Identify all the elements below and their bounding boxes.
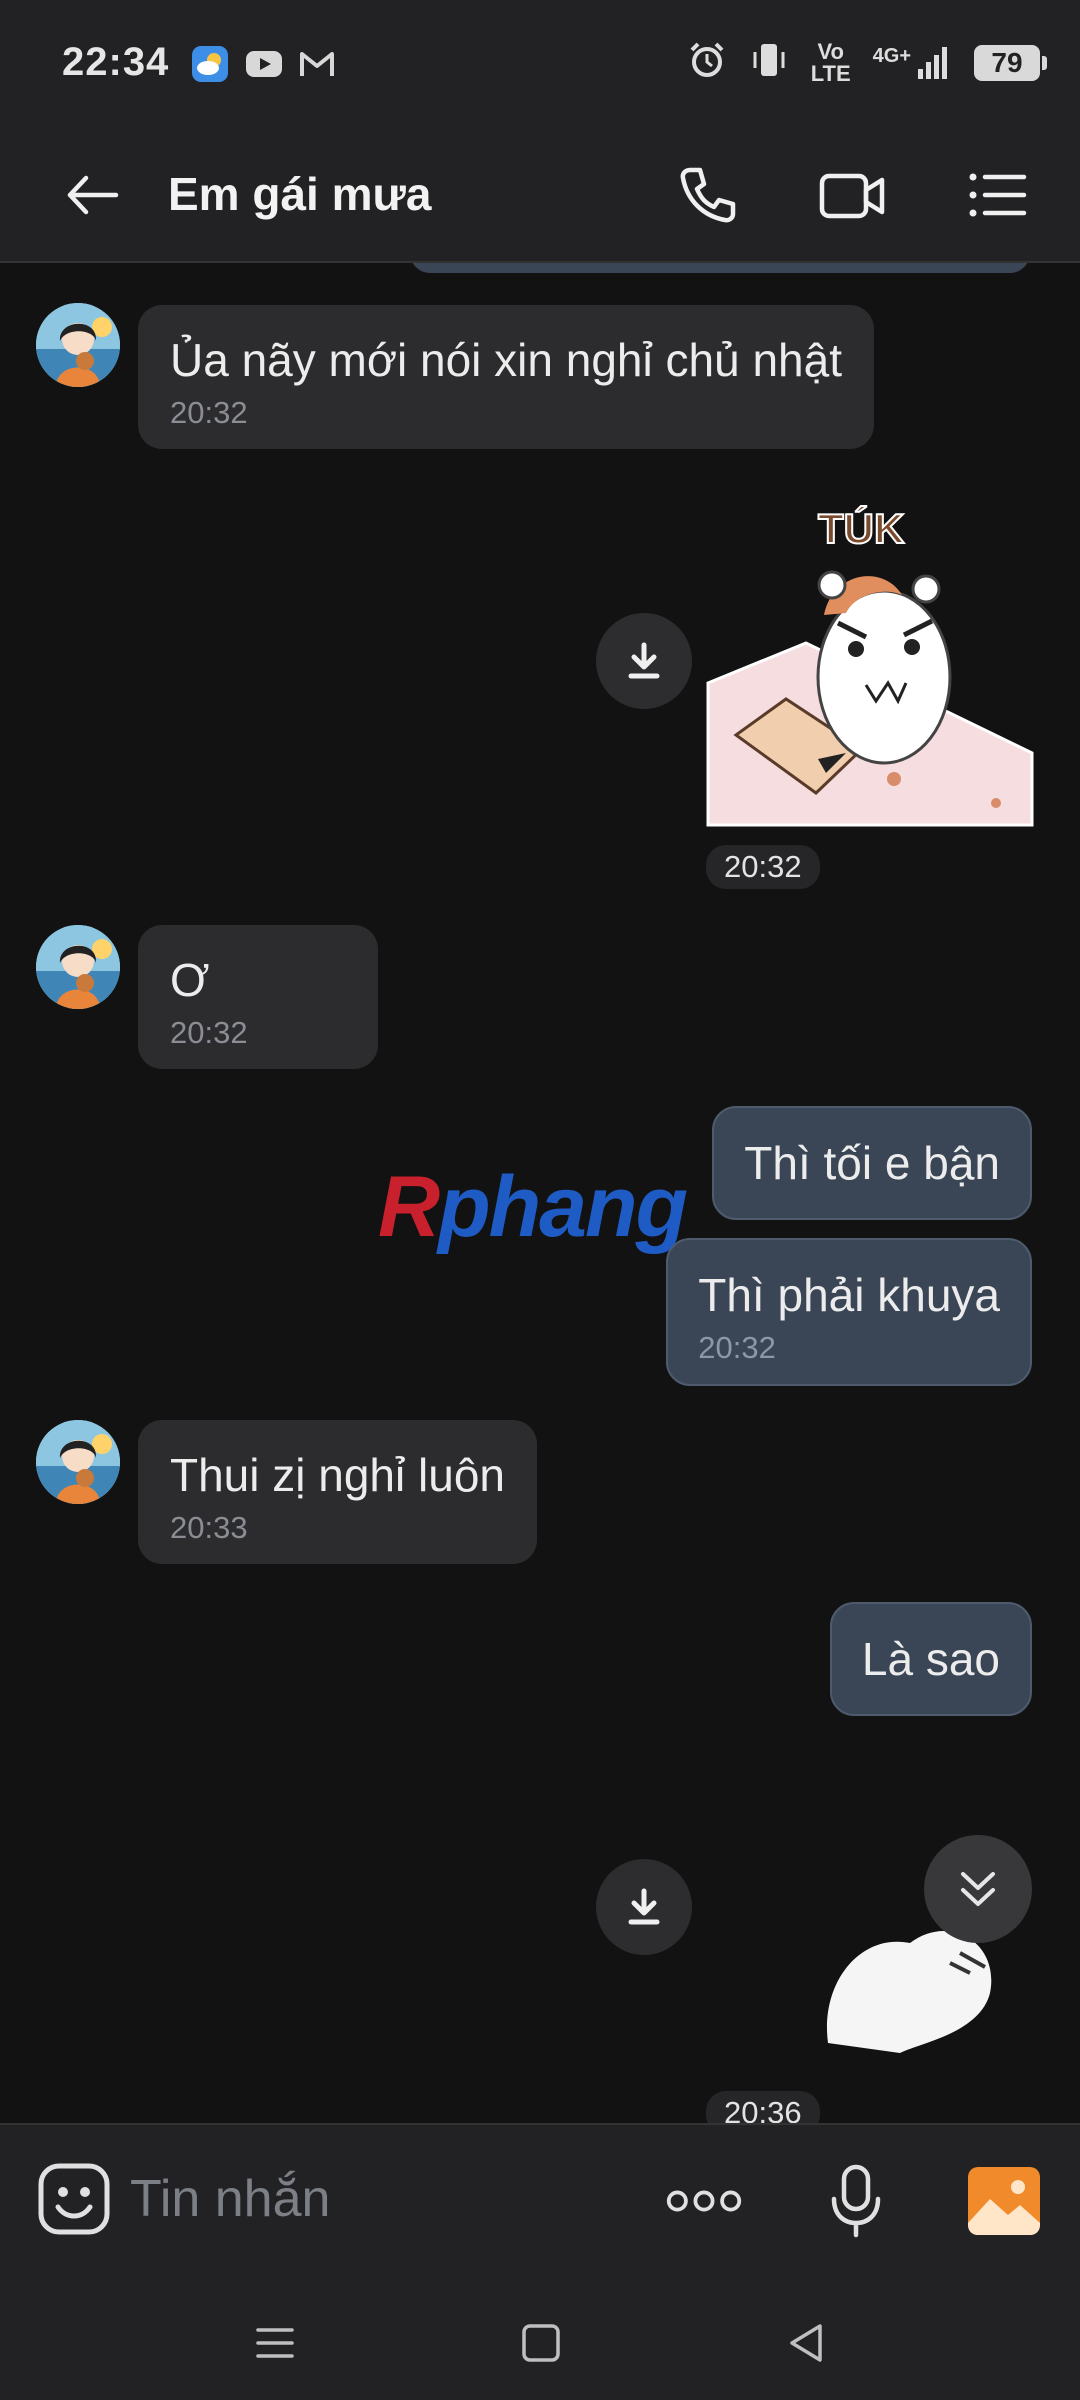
menu-button[interactable] (962, 160, 1032, 230)
back-arrow-icon (67, 175, 119, 215)
download-sticker-button[interactable] (596, 613, 692, 709)
youtube-icon (244, 48, 284, 85)
sticker-text: TÚK (818, 504, 904, 552)
scroll-to-bottom-button[interactable] (924, 1835, 1032, 1943)
gallery-icon (968, 2167, 1040, 2235)
menu-list-icon (969, 173, 1027, 217)
back-nav-button[interactable] (772, 2308, 842, 2378)
message-text: Là sao (861, 1633, 1000, 1685)
avatar[interactable] (36, 1420, 120, 1504)
message-bubble-outgoing[interactable]: Thì phải khuya 20:32 (666, 1238, 1032, 1386)
gmail-icon (298, 48, 336, 85)
microphone-icon (831, 2164, 881, 2238)
download-sticker-button[interactable] (596, 1859, 692, 1955)
watermark-first: R (378, 1159, 440, 1255)
status-bar: 22:34 Vo LTE 4G+ 79 (0, 0, 1080, 125)
gallery-button[interactable] (964, 2161, 1044, 2241)
battery-icon: 79 (974, 44, 1047, 81)
chat-title[interactable]: Em gái mưa (168, 167, 431, 221)
download-icon (628, 642, 660, 679)
message-list[interactable]: Ủa nãy mới nói xin nghỉ chủ nhật 20:32 T… (0, 263, 1080, 2123)
message-time: 20:32 (170, 1015, 248, 1050)
back-icon (790, 2324, 822, 2362)
volte-icon: Vo LTE (810, 38, 851, 86)
status-right: Vo LTE 4G+ 79 (687, 38, 1047, 86)
phone-icon (680, 167, 736, 223)
message-text: Thì phải khuya (698, 1269, 1000, 1321)
home-icon (522, 2324, 560, 2362)
voice-call-button[interactable] (672, 160, 742, 230)
message-text: Thì tối e bận (744, 1137, 1000, 1189)
back-button[interactable] (58, 160, 128, 230)
alarm-icon (687, 40, 727, 85)
recent-apps-icon (256, 2328, 294, 2358)
status-app-icons (190, 44, 336, 89)
message-text: Ơ (170, 954, 210, 1006)
message-bubble-outgoing[interactable]: Là sao (829, 1602, 1032, 1716)
message-bubble-incoming[interactable]: Thui zị nghỉ luôn 20:33 (138, 1420, 537, 1564)
message-time: 20:32 (170, 395, 248, 430)
voice-record-button[interactable] (816, 2161, 896, 2241)
message-bubble-outgoing[interactable]: Thì tối e bận (712, 1106, 1032, 1220)
more-button[interactable] (664, 2161, 744, 2241)
emoji-button[interactable] (36, 2161, 112, 2237)
watermark-rest: phang (438, 1159, 688, 1255)
more-dots-icon (666, 2190, 742, 2212)
sticker-hamster[interactable]: TÚK (706, 503, 1034, 829)
download-icon (628, 1888, 660, 1925)
message-text: Ủa nãy mới nói xin nghỉ chủ nhật (170, 334, 842, 386)
video-call-icon (819, 173, 885, 219)
message-bubble-incoming[interactable]: Ủa nãy mới nói xin nghỉ chủ nhật 20:32 (138, 305, 874, 449)
signal-label: 4G+ (872, 44, 911, 67)
system-nav-bar (0, 2278, 1080, 2400)
video-call-button[interactable] (816, 160, 886, 230)
watermark: Rphang (378, 1158, 688, 1257)
previous-message-edge (410, 263, 1030, 273)
message-time: 20:33 (170, 1510, 248, 1545)
message-bubble-incoming[interactable]: Ơ 20:32 (138, 925, 378, 1069)
recent-apps-button[interactable] (240, 2308, 310, 2378)
message-time: 20:32 (698, 1330, 776, 1365)
vibrate-icon (749, 40, 789, 85)
message-input-bar (0, 2123, 1080, 2278)
chat-header: Em gái mưa (0, 125, 1080, 263)
emoji-icon (38, 2163, 110, 2235)
weather-icon (190, 44, 230, 89)
sticker-time: 20:36 (706, 2091, 820, 2123)
avatar[interactable] (36, 303, 120, 387)
message-text: Thui zị nghỉ luôn (170, 1449, 505, 1501)
message-input[interactable] (130, 2161, 630, 2237)
home-button[interactable] (506, 2308, 576, 2378)
avatar[interactable] (36, 925, 120, 1009)
status-time: 22:34 (62, 40, 170, 84)
double-chevron-down-icon (961, 1872, 995, 1906)
sticker-time: 20:32 (706, 845, 820, 889)
signal-4g-icon: 4G+ (873, 45, 952, 81)
